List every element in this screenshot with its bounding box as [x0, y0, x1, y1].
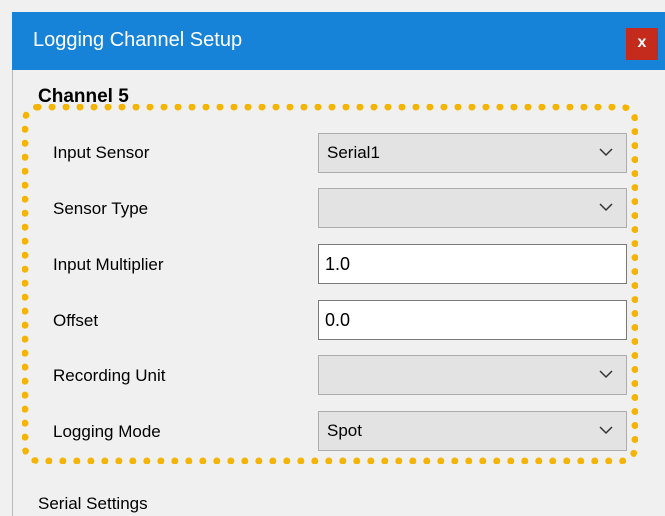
close-button[interactable]: x — [626, 28, 658, 60]
title-bar: Logging Channel Setup x — [12, 12, 665, 70]
input-sensor-label: Input Sensor — [53, 143, 150, 162]
input-multiplier-field[interactable] — [318, 244, 627, 284]
input-sensor-value: Serial1 — [327, 143, 380, 162]
sensor-type-label: Sensor Type — [53, 199, 149, 218]
logging-mode-dropdown[interactable]: Spot — [318, 411, 627, 451]
input-sensor-dropdown[interactable]: Serial1 — [318, 133, 627, 173]
sensor-type-dropdown[interactable] — [318, 188, 627, 228]
chevron-down-icon — [599, 426, 613, 435]
close-icon: x — [637, 34, 647, 51]
recording-unit-label: Recording Unit — [53, 366, 166, 385]
window-title: Logging Channel Setup — [33, 29, 243, 51]
logging-mode-label: Logging Mode — [53, 422, 161, 441]
logging-channel-setup-window: Logging Channel Setup x Channel 5 Input … — [0, 0, 665, 516]
input-multiplier-label: Input Multiplier — [53, 255, 164, 274]
serial-settings-label: Serial Settings — [38, 494, 148, 513]
offset-field[interactable] — [318, 300, 627, 340]
chevron-down-icon — [599, 148, 613, 157]
offset-label: Offset — [53, 311, 99, 330]
recording-unit-dropdown[interactable] — [318, 355, 627, 395]
chevron-down-icon — [599, 203, 613, 212]
logging-mode-value: Spot — [327, 421, 362, 440]
chevron-down-icon — [599, 370, 613, 379]
